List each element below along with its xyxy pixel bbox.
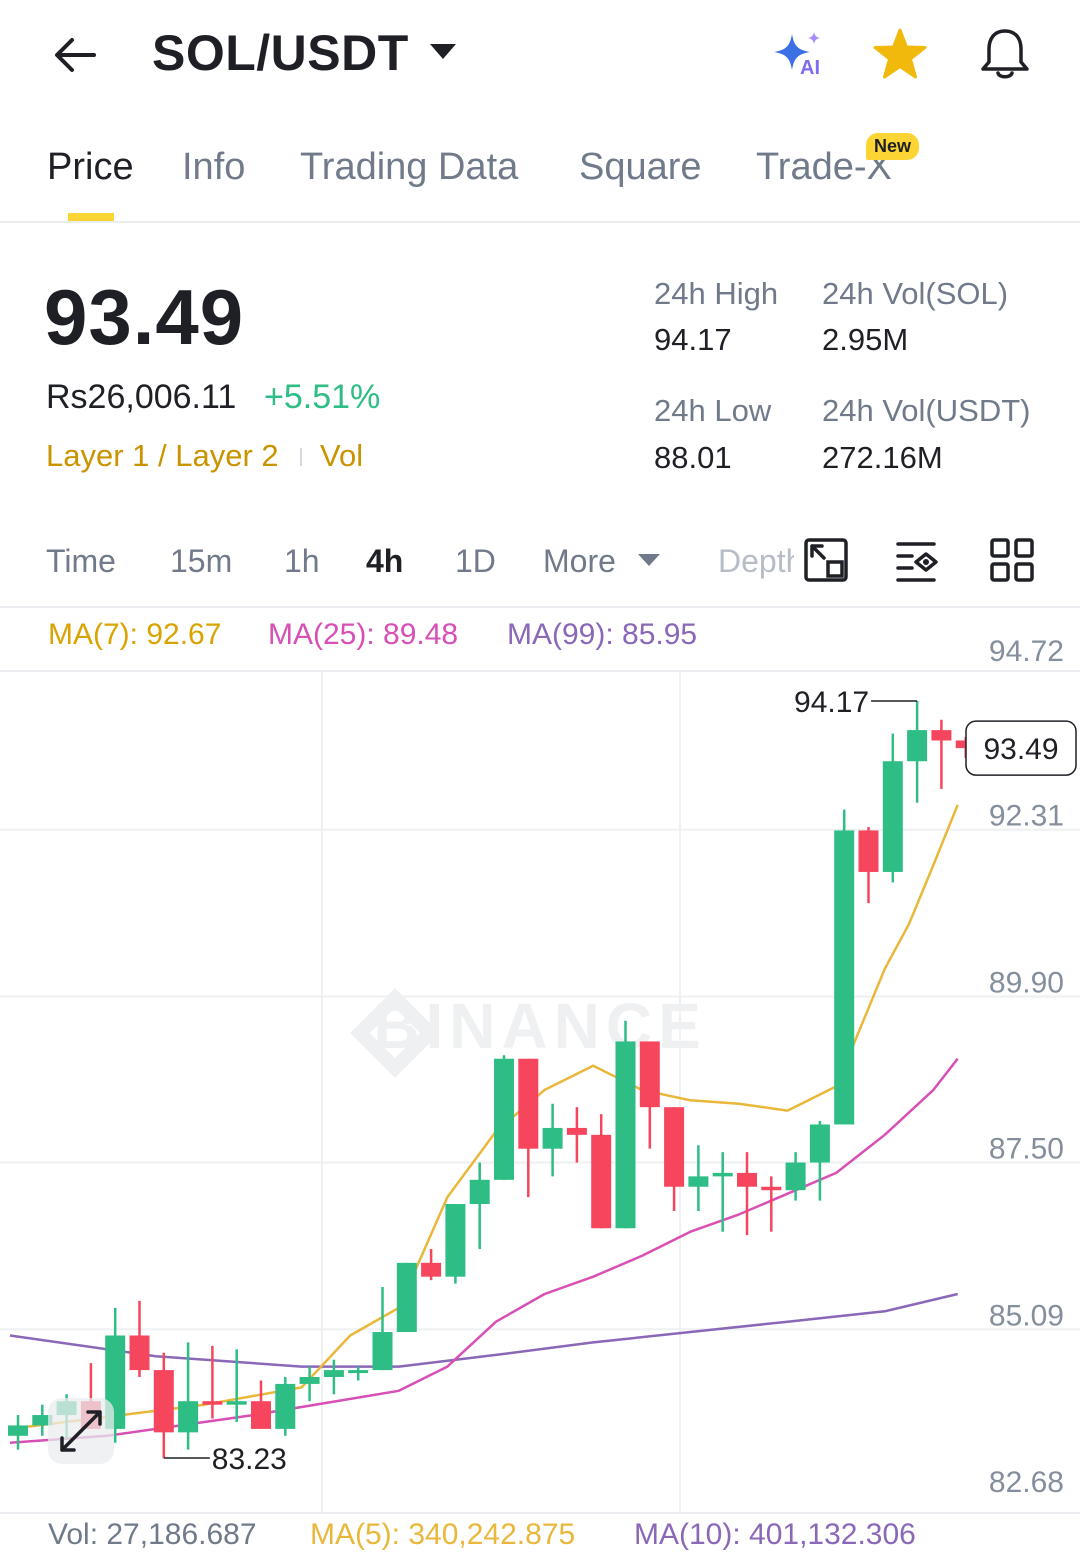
low-marker-label: 83.23 — [212, 1443, 287, 1476]
stat-high-label: 24h High — [654, 276, 779, 311]
divider — [0, 221, 1080, 223]
volume-ma5: MA(5): 340,242.875 — [310, 1518, 576, 1551]
tab-square[interactable]: Square — [579, 146, 702, 189]
candle-down — [421, 1262, 442, 1277]
candle-up — [712, 1172, 733, 1177]
more-caret-icon[interactable] — [638, 554, 660, 566]
stat-vol-base-label: 24h Vol(SOL) — [822, 276, 1009, 311]
candle-up — [615, 1041, 636, 1229]
candle-up — [323, 1370, 344, 1377]
candle-up — [494, 1058, 514, 1180]
price-change-percent: +5.51% — [264, 378, 381, 416]
candle-up — [299, 1377, 320, 1384]
candle-up — [542, 1127, 563, 1149]
current-price-label: 93.49 — [983, 733, 1058, 766]
fiat-price: Rs26,006.11 — [46, 378, 237, 416]
fullscreen-chart-icon[interactable] — [802, 536, 850, 584]
stat-low-value: 88.01 — [654, 440, 732, 475]
depth-tab[interactable]: Depth — [718, 543, 794, 580]
candlestick-chart[interactable]: 94.7292.3189.9087.5085.0982.68BINANCE94.… — [0, 608, 1080, 1556]
ma7-legend: MA(7): 92.67 — [48, 618, 222, 651]
candle-down — [591, 1134, 612, 1229]
ai-sparkle-icon[interactable]: AI — [770, 30, 826, 76]
y-axis-tick-label: 82.68 — [989, 1466, 1064, 1499]
candle-up — [785, 1162, 806, 1191]
y-axis-tick-label: 94.72 — [989, 635, 1064, 668]
tab-price[interactable]: Price — [47, 146, 134, 189]
candle-up — [396, 1262, 417, 1333]
trading-pair-title[interactable]: SOL/USDT — [152, 24, 409, 82]
candle-up — [907, 730, 928, 762]
volume-ma10: MA(10): 401,132.306 — [634, 1518, 916, 1551]
y-axis-tick-label: 87.50 — [989, 1133, 1064, 1166]
candle-up — [882, 761, 903, 872]
candle-up — [8, 1425, 28, 1436]
high-marker-label: 94.17 — [794, 686, 869, 719]
candle-up — [445, 1204, 466, 1277]
candle-down — [202, 1401, 223, 1405]
y-axis-tick-label: 92.31 — [989, 800, 1064, 833]
ai-label: AI — [800, 57, 820, 76]
candle-down — [858, 830, 879, 872]
stat-vol-base-value: 2.95M — [822, 322, 909, 357]
expand-chart-button[interactable] — [48, 1398, 114, 1464]
interval-4h[interactable]: 4h — [366, 543, 403, 580]
favorite-star-icon[interactable] — [872, 28, 928, 82]
candle-down — [639, 1041, 660, 1108]
candle-up — [178, 1401, 199, 1433]
candle-up — [348, 1370, 369, 1374]
candle-down — [129, 1335, 150, 1371]
candle-down — [251, 1401, 271, 1429]
candle-down — [566, 1127, 587, 1135]
chart-settings-icon[interactable] — [894, 536, 942, 584]
candle-down — [931, 730, 952, 741]
category-tag-vol[interactable]: Vol — [320, 438, 363, 474]
candle-up — [275, 1383, 296, 1429]
candle-down — [664, 1107, 685, 1187]
volume-value: Vol: 27,186.687 — [48, 1518, 257, 1551]
candle-down — [153, 1370, 174, 1433]
active-tab-indicator — [68, 213, 114, 221]
stat-vol-quote-value: 272.16M — [822, 440, 943, 475]
candle-up — [372, 1332, 393, 1371]
ma99-line — [9, 1292, 958, 1368]
grid-layout-icon[interactable] — [988, 536, 1036, 584]
candle-up — [834, 830, 855, 1125]
interval-1d[interactable]: 1D — [455, 543, 496, 580]
stat-vol-quote-label: 24h Vol(USDT) — [822, 393, 1031, 428]
interval-1h[interactable]: 1h — [284, 543, 320, 580]
candle-up — [809, 1124, 830, 1163]
candle-down — [518, 1058, 539, 1149]
ma7-line — [9, 804, 959, 1431]
back-arrow-icon[interactable] — [50, 30, 100, 80]
interval-15m[interactable]: 15m — [170, 543, 232, 580]
notification-bell-icon[interactable] — [978, 26, 1032, 82]
last-price: 93.49 — [44, 273, 245, 361]
candle-up — [469, 1179, 490, 1205]
stat-low-label: 24h Low — [654, 393, 772, 428]
y-axis-tick-label: 89.90 — [989, 966, 1064, 999]
tab-trading-data[interactable]: Trading Data — [300, 146, 518, 189]
tag-separator — [300, 448, 302, 466]
ma25-legend: MA(25): 89.48 — [268, 618, 459, 651]
candle-down — [761, 1186, 782, 1191]
category-tag-layer[interactable]: Layer 1 / Layer 2 — [46, 438, 279, 474]
y-axis-tick-label: 85.09 — [989, 1299, 1064, 1332]
expand-arrows-icon — [60, 1410, 102, 1452]
tab-info[interactable]: Info — [182, 146, 245, 189]
candle-up — [688, 1176, 709, 1187]
interval-time[interactable]: Time — [46, 543, 116, 580]
stat-high-value: 94.17 — [654, 322, 732, 357]
ma99-legend: MA(99): 85.95 — [507, 618, 698, 651]
dropdown-caret-icon[interactable] — [430, 44, 456, 59]
candle-down — [737, 1172, 757, 1187]
interval-more[interactable]: More — [543, 543, 616, 580]
candle-up — [226, 1401, 247, 1405]
new-badge: New — [866, 133, 920, 160]
ma25-line — [9, 1057, 959, 1444]
